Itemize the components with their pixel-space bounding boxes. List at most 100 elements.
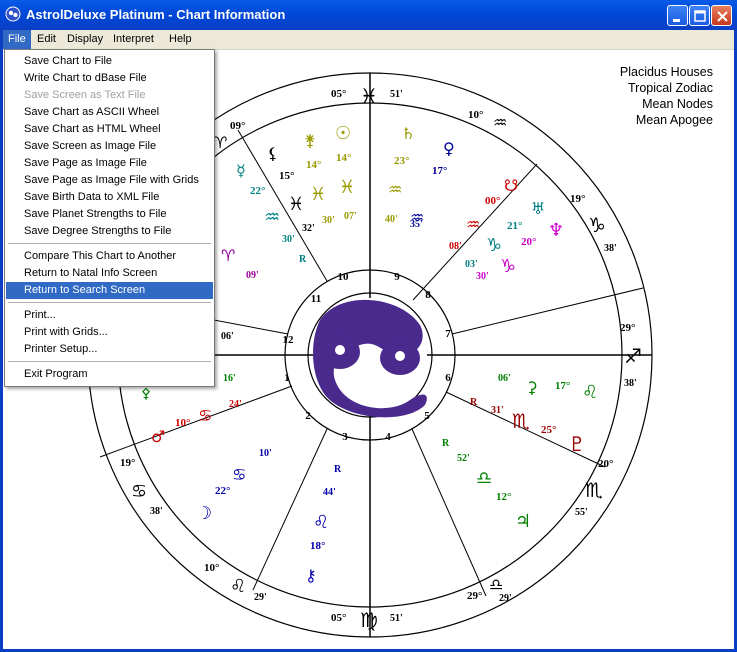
planet-glyph-60: 32' — [302, 223, 315, 234]
planet-glyph-30: 23° — [394, 155, 409, 167]
menu-file[interactable]: File — [3, 30, 31, 49]
planet-glyph-46: 20° — [521, 236, 536, 248]
planet-glyph-33: ♀ — [443, 139, 455, 158]
planet-glyph-24: R — [470, 397, 478, 408]
planet-glyph-32: 40' — [385, 214, 398, 225]
planet-glyph-59: ♓ — [288, 194, 304, 215]
planet-glyph-56: 07' — [344, 211, 357, 222]
planet-glyph-4: 16' — [223, 373, 236, 384]
planet-glyph-27: 25° — [541, 424, 556, 436]
file-menu-item-return-to-search-screen[interactable]: Return to Search Screen — [6, 282, 213, 299]
planet-glyph-49: ⚵ — [304, 131, 316, 150]
planet-glyph-34: 17° — [432, 165, 447, 177]
planet-glyph-43: ♑ — [486, 235, 502, 256]
house-3: 3 — [342, 431, 348, 443]
close-button[interactable] — [711, 5, 732, 26]
file-menu-item-write-chart-to-dbase-file[interactable]: Write Chart to dBase File — [6, 70, 213, 87]
planet-glyph-13: 18° — [310, 540, 325, 552]
planet-glyph-38: 00° — [485, 195, 500, 207]
file-menu-item-exit-program[interactable]: Exit Program — [6, 366, 213, 383]
planet-glyph-52: 30' — [322, 215, 335, 226]
cusp-mc-min: 51' — [390, 89, 403, 100]
menu-help[interactable]: Help — [164, 30, 197, 49]
planet-glyph-64: 30' — [282, 234, 295, 245]
cusp-12-min: 38' — [604, 243, 617, 254]
house-6: 6 — [445, 372, 451, 384]
cusp-3-deg: 29° — [467, 590, 482, 602]
planet-glyph-65: R — [299, 254, 307, 265]
cusp-2-sign: ♏ — [585, 478, 603, 502]
pisces-emblem-icon: ♓ — [313, 298, 427, 418]
file-menu-item-printer-setup[interactable]: Printer Setup... — [6, 341, 213, 358]
menu-bar: File Edit Display Interpret Help — [0, 30, 737, 50]
planet-glyph-6: ♋ — [232, 465, 246, 484]
planet-glyph-2: ♋ — [198, 406, 212, 425]
planet-glyph-45: ♆ — [548, 220, 564, 241]
cusp-5-sign: ♌ — [230, 576, 246, 597]
planet-glyph-67: 09' — [246, 270, 259, 281]
planet-glyph-7: 10' — [259, 448, 272, 459]
file-menu-item-save-birth-data-to-xml-file[interactable]: Save Birth Data to XML File — [6, 189, 213, 206]
house-4: 4 — [385, 431, 391, 443]
file-menu-item-save-degree-strengths-to-file[interactable]: Save Degree Strengths to File — [6, 223, 213, 240]
planet-glyph-58: 15° — [279, 170, 294, 182]
cusp-dsc-min: 06' — [221, 331, 234, 342]
cusp-9-deg: 09° — [230, 120, 245, 132]
planet-glyph-12: ♌ — [313, 512, 329, 533]
planet-glyph-0: ♂ — [151, 427, 165, 446]
title-bar[interactable]: AstrolDeluxe Platinum - Chart Informatio… — [0, 0, 737, 30]
planet-glyph-39: ♒ — [466, 215, 480, 234]
planet-glyph-50: 14° — [306, 159, 321, 171]
file-menu-item-save-chart-to-file[interactable]: Save Chart to File — [6, 53, 213, 70]
file-menu-item-save-screen-as-image-file[interactable]: Save Screen as Image File — [6, 138, 213, 155]
file-menu-item-compare-this-chart-to-another[interactable]: Compare This Chart to Another — [6, 248, 213, 265]
file-menu-item-save-page-as-image-file[interactable]: Save Page as Image File — [6, 155, 213, 172]
planet-glyph-66: ♈ — [221, 246, 235, 265]
planet-glyph-17: ♎ — [476, 468, 492, 489]
cusp-ic-min: 51' — [390, 613, 403, 624]
file-menu-item-print[interactable]: Print... — [6, 307, 213, 324]
planet-glyph-28: ♇ — [568, 432, 586, 456]
file-menu-item-return-to-natal-info-screen[interactable]: Return to Natal Info Screen — [6, 265, 213, 282]
file-menu-item-print-with-grids[interactable]: Print with Grids... — [6, 324, 213, 341]
house-8: 8 — [425, 289, 431, 301]
house-1: 1 — [284, 372, 290, 384]
planet-glyph-44: 03' — [465, 259, 478, 270]
planet-glyph-57: ⚸ — [267, 144, 279, 163]
menu-edit[interactable]: Edit — [32, 30, 61, 49]
cusp-12-deg: 19° — [570, 193, 585, 205]
planet-glyph-21: ⚳ — [526, 378, 538, 397]
cusp-asc-min: 38' — [624, 378, 637, 389]
cusp-2-deg: 20° — [598, 458, 613, 470]
menu-display[interactable]: Display — [62, 30, 108, 49]
house-10: 10 — [338, 271, 350, 283]
menu-separator — [8, 361, 211, 362]
cusp-12-sign: ♑ — [588, 213, 606, 237]
file-menu-item-save-page-as-image-file-with-grids[interactable]: Save Page as Image File with Grids — [6, 172, 213, 189]
planet-glyph-15: R — [442, 438, 450, 449]
file-menu-item-save-planet-strengths-to-file[interactable]: Save Planet Strengths to File — [6, 206, 213, 223]
planet-glyph-41: ♅ — [531, 199, 545, 218]
file-menu-item-save-chart-as-html-wheel[interactable]: Save Chart as HTML Wheel — [6, 121, 213, 138]
planet-glyph-25: 31' — [491, 405, 504, 416]
planet-glyph-9: ☽ — [196, 503, 212, 524]
planet-glyph-18: 12° — [496, 491, 511, 503]
cusp-6-min: 38' — [150, 506, 163, 517]
planet-glyph-61: ☿ — [236, 161, 246, 180]
cusp-3-min: 29' — [499, 593, 512, 604]
app-icon[interactable] — [5, 6, 21, 22]
planet-glyph-19: ♃ — [515, 511, 531, 532]
cusp-5-deg: 10° — [204, 562, 219, 574]
planet-glyph-22: 17° — [555, 380, 570, 392]
file-menu-item-save-chart-as-ascii-wheel[interactable]: Save Chart as ASCII Wheel — [6, 104, 213, 121]
house-2: 2 — [305, 410, 311, 422]
maximize-button[interactable] — [689, 5, 710, 26]
menu-interpret[interactable]: Interpret — [108, 30, 159, 49]
minimize-button[interactable] — [667, 5, 688, 26]
planet-glyph-14: ⚷ — [305, 566, 317, 585]
planet-glyph-3: 24' — [229, 399, 242, 410]
cusp-11-sign: ♒ — [493, 113, 507, 132]
maximize-icon — [694, 10, 706, 22]
menu-separator — [8, 243, 211, 244]
file-menu-item-save-screen-as-text-file: Save Screen as Text File — [24, 89, 146, 101]
